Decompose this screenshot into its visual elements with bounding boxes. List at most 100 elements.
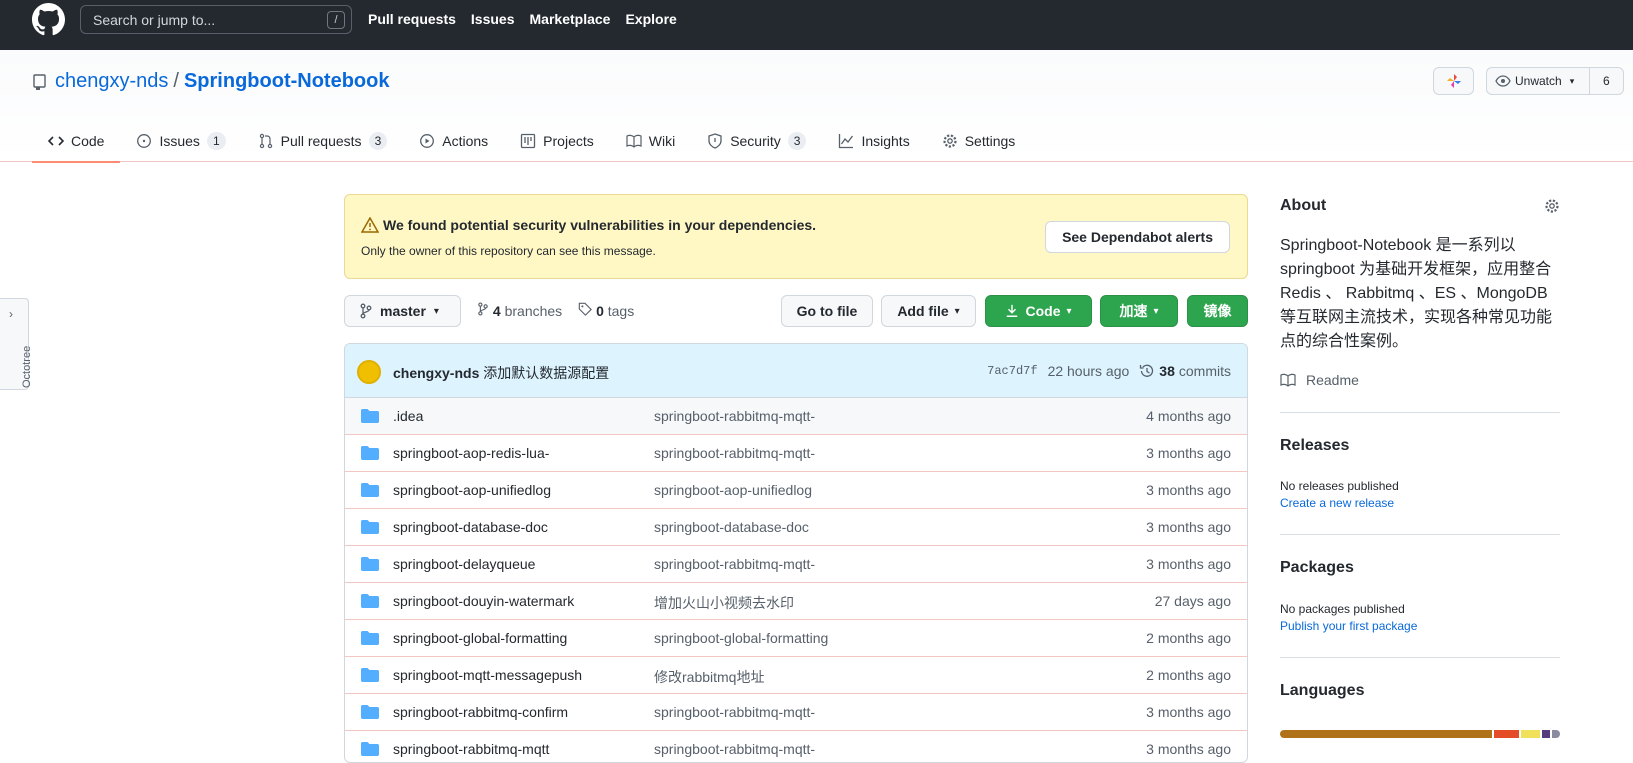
file-name[interactable]: springboot-global-formatting	[393, 630, 567, 646]
chevron-down-icon: ▾	[1066, 305, 1072, 317]
releases-title[interactable]: Releases	[1280, 437, 1349, 455]
nav-pull-requests[interactable]: Pull requests	[368, 11, 456, 27]
languages-bar[interactable]	[1280, 730, 1560, 738]
table-row[interactable]: springboot-mqtt-messagepush 修改rabbitmq地址 2…	[345, 657, 1247, 694]
folder-icon	[361, 594, 379, 608]
tab-code[interactable]: Code	[32, 120, 121, 163]
accelerate-button[interactable]: 加速 ▾	[1100, 295, 1178, 327]
file-age: 3 months ago	[1146, 556, 1231, 572]
packages-title[interactable]: Packages	[1280, 559, 1354, 577]
tags-count: 0	[596, 303, 604, 319]
watch-count[interactable]: 6	[1590, 74, 1623, 88]
file-name[interactable]: springboot-delayqueue	[393, 556, 535, 572]
branches-link[interactable]: 4 branches	[477, 302, 562, 319]
file-commit-message[interactable]: springboot-global-formatting	[654, 630, 828, 646]
nav-issues[interactable]: Issues	[471, 11, 515, 27]
file-name[interactable]: springboot-aop-redis-lua-	[393, 445, 549, 461]
tab-actions[interactable]: Actions	[403, 120, 504, 162]
tab-label: Issues	[159, 133, 200, 149]
file-commit-message[interactable]: springboot-rabbitmq-mqtt-	[654, 741, 815, 757]
repo-separator: /	[173, 70, 179, 92]
tab-issues[interactable]: Issues 1	[120, 120, 241, 162]
branch-select-button[interactable]: master ▾	[344, 295, 461, 327]
avatar[interactable]	[357, 360, 381, 384]
extension-button[interactable]	[1433, 67, 1474, 95]
gear-icon[interactable]	[1544, 198, 1560, 214]
add-file-button[interactable]: Add file ▾	[881, 295, 976, 327]
commit-sha[interactable]: 7ac7d7f	[987, 364, 1037, 378]
commits-label: commits	[1178, 363, 1231, 379]
see-dependabot-alerts-button[interactable]: See Dependabot alerts	[1045, 221, 1230, 253]
folder-icon	[361, 668, 379, 682]
file-commit-message[interactable]: springboot-rabbitmq-mqtt-	[654, 408, 815, 424]
unwatch-label-group[interactable]: Unwatch ▾	[1487, 68, 1590, 94]
divider	[1280, 534, 1560, 535]
github-logo-icon[interactable]	[32, 3, 65, 36]
file-name[interactable]: springboot-douyin-watermark	[393, 593, 574, 609]
chevron-down-icon: ▾	[954, 305, 960, 317]
folder-icon	[361, 446, 379, 460]
table-row[interactable]: springboot-delayqueue springboot-rabbitmq…	[345, 546, 1247, 583]
octotree-toggle[interactable]: › Octotree	[0, 298, 33, 390]
file-commit-message[interactable]: 修改rabbitmq地址	[654, 667, 764, 687]
commit-author[interactable]: chengxy-nds	[393, 365, 479, 381]
pinwheel-icon	[1446, 74, 1461, 88]
table-row[interactable]: springboot-rabbitmq-mqtt springboot-rabbi…	[345, 731, 1247, 762]
table-row[interactable]: springboot-douyin-watermark 增加火山小视频去水印 27 …	[345, 583, 1247, 620]
play-icon	[420, 134, 435, 148]
table-row[interactable]: springboot-aop-redis-lua-springboot-rabb…	[345, 435, 1247, 472]
table-row[interactable]: .idea springboot-rabbitmq-mqtt- 4 months a…	[345, 398, 1247, 435]
tab-security[interactable]: Security 3	[691, 120, 822, 162]
file-name[interactable]: .idea	[393, 408, 423, 424]
nav-marketplace[interactable]: Marketplace	[530, 11, 611, 27]
file-name[interactable]: springboot-mqtt-messagepush	[393, 667, 582, 683]
tab-wiki[interactable]: Wiki	[610, 120, 691, 162]
commit-message[interactable]: 添加默认数据源配置	[483, 365, 609, 381]
file-commit-message[interactable]: springboot-rabbitmq-mqtt-	[654, 556, 815, 572]
folder-icon	[361, 631, 379, 645]
file-name[interactable]: springboot-aop-unifiedlog	[393, 482, 551, 498]
search-shortcut-key: /	[327, 11, 345, 29]
readme-link[interactable]: Readme	[1280, 372, 1359, 388]
table-row[interactable]: springboot-aop-unifiedlog springboot-aop-…	[345, 472, 1247, 509]
table-row[interactable]: springboot-database-doc springboot-databa…	[345, 509, 1247, 546]
mirror-button[interactable]: 镜像	[1187, 295, 1248, 327]
search-input[interactable]: Search or jump to... /	[80, 5, 352, 34]
file-name[interactable]: springboot-rabbitmq-confirm	[393, 704, 568, 720]
file-age: 2 months ago	[1146, 667, 1231, 683]
commits-count: 38	[1159, 363, 1175, 379]
project-icon	[521, 133, 536, 149]
folder-icon	[361, 520, 379, 534]
create-release-link[interactable]: Create a new release	[1280, 496, 1394, 510]
table-row[interactable]: springboot-global-formatting springboot-g…	[345, 620, 1247, 657]
publish-package-link[interactable]: Publish your first package	[1280, 619, 1417, 633]
file-commit-message[interactable]: springboot-aop-unifiedlog	[654, 482, 812, 498]
file-name[interactable]: springboot-rabbitmq-mqtt	[393, 741, 549, 757]
unwatch-button[interactable]: Unwatch ▾ 6	[1486, 67, 1624, 95]
file-commit-message[interactable]: springboot-rabbitmq-mqtt-	[654, 445, 815, 461]
commits-link[interactable]: 38 commits	[1139, 363, 1231, 379]
file-commit-message[interactable]: springboot-rabbitmq-mqtt-	[654, 704, 815, 720]
file-age: 3 months ago	[1146, 482, 1231, 498]
code-button[interactable]: Code ▾	[985, 295, 1092, 327]
language-segment	[1541, 730, 1550, 738]
table-row[interactable]: springboot-rabbitmq-confirm springboot-ra…	[345, 694, 1247, 731]
tab-projects[interactable]: Projects	[504, 120, 610, 162]
folder-icon	[361, 557, 379, 571]
tags-link[interactable]: 0 tags	[578, 302, 634, 319]
repo-name-link[interactable]: Springboot-Notebook	[184, 70, 390, 93]
tab-insights[interactable]: Insights	[822, 120, 925, 162]
tab-label: Settings	[964, 133, 1016, 149]
nav-explore[interactable]: Explore	[625, 11, 676, 27]
go-to-file-button[interactable]: Go to file	[781, 295, 873, 327]
tab-pull-requests[interactable]: Pull requests 3	[242, 120, 404, 162]
file-name[interactable]: springboot-database-doc	[393, 519, 548, 535]
repo-owner-link[interactable]: chengxy-nds	[55, 70, 168, 93]
alert-subtitle: Only the owner of this repository can se…	[361, 244, 656, 258]
branches-count: 4	[492, 303, 501, 319]
file-commit-message[interactable]: 增加火山小视频去水印	[654, 593, 794, 613]
file-commit-message[interactable]: springboot-database-doc	[654, 519, 809, 535]
repo-header: chengxy-nds / Springboot-Notebook Unwatc…	[0, 50, 1633, 163]
readme-label: Readme	[1306, 372, 1359, 388]
tab-settings[interactable]: Settings	[926, 120, 1032, 162]
